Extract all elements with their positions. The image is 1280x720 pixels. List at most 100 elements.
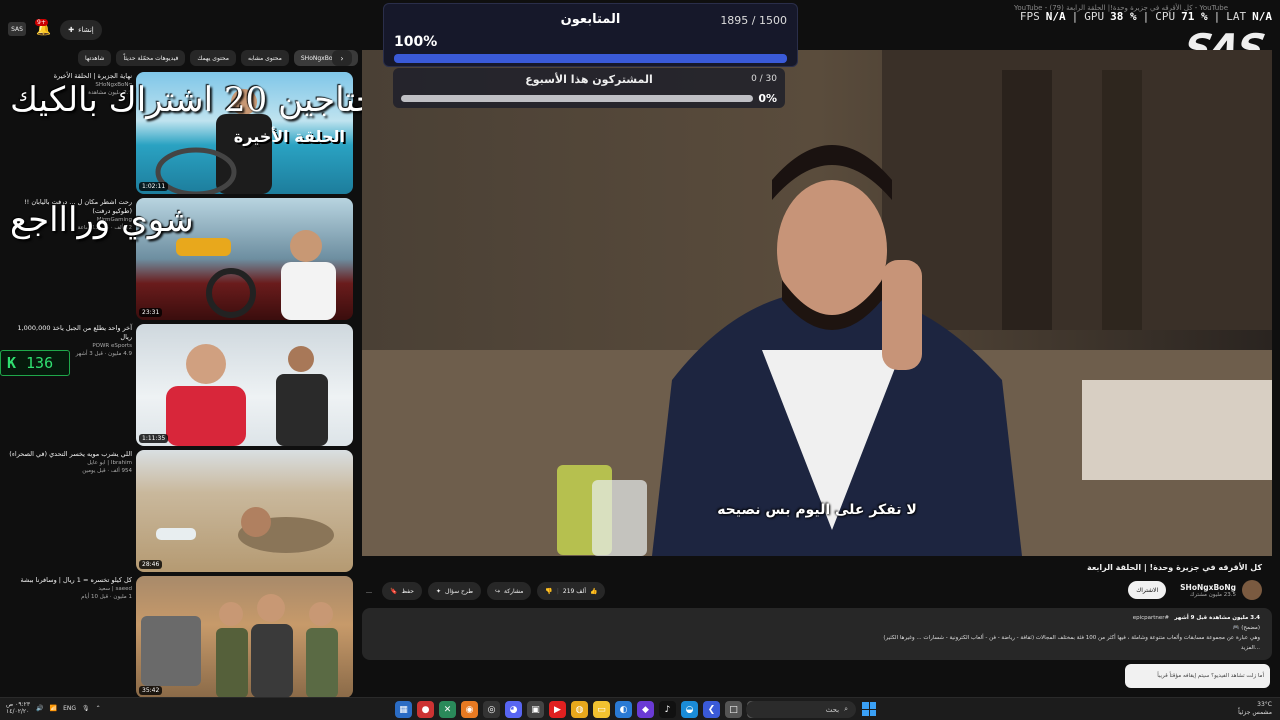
video-stats: 954 ألف · قبل يومين (82, 468, 132, 474)
like-count: 219 ألف (562, 587, 586, 595)
chip-watched[interactable]: شاهدتها (78, 50, 112, 66)
edge-icon[interactable]: ◐ (615, 701, 632, 718)
related-video[interactable]: 28:46 اللي يشرب مويه يخسر التحدي (في الص… (0, 450, 356, 572)
terminal-icon[interactable]: ▣ (527, 701, 544, 718)
bookmark-icon: 🔖 (390, 587, 398, 595)
fps-label: FPS (1019, 10, 1040, 23)
sparkle-icon: ✦ (435, 587, 441, 595)
weather-desc: مشمس جزئياً (1238, 709, 1272, 716)
app-icon-red[interactable]: ● (417, 701, 434, 718)
related-video[interactable]: 1:11:35 آخر واحد يطلع من الجبل ياخذ 1,00… (0, 324, 356, 446)
steam-icon[interactable]: ◎ (483, 701, 500, 718)
filter-chips: من SHoNgxBoNg محتوى مشابه محتوى يهمك فيد… (78, 50, 358, 66)
weather-widget[interactable]: 33°C مشمس جزئياً (1238, 701, 1272, 717)
share-button[interactable]: ↪ مشاركة (487, 582, 532, 600)
search-icon: ⌕ (844, 705, 848, 713)
account-avatar[interactable]: SAS (8, 22, 26, 36)
date: ١٤/٠٢/٢٠ (6, 708, 30, 715)
save-label: حفظ (401, 587, 414, 595)
chip-scroll-icon[interactable]: › (332, 50, 352, 66)
more-button[interactable]: … (362, 582, 376, 600)
channel-name[interactable]: Ibrahim | ابو عايل (4, 459, 132, 467)
start-button[interactable] (862, 702, 876, 716)
cpu-label: CPU (1155, 10, 1176, 23)
show-more-link[interactable]: ...المزيد (374, 643, 1260, 653)
video-title[interactable]: آخر واحد يطلع من الجبل ياخذ 1,000,000 ري… (4, 324, 132, 342)
more-icon: … (366, 587, 372, 595)
followers-percent: 100% (394, 34, 438, 50)
chrome-icon[interactable]: ◍ (571, 701, 588, 718)
description-line1: (مضمح) 🎮 (1232, 625, 1260, 631)
chip-similar[interactable]: محتوى مشابه (240, 50, 289, 66)
video-stats: 1 مليون · قبل 10 أيام (81, 594, 132, 600)
video-player[interactable]: لا تفكر على اليوم بس نصيحه (362, 50, 1272, 556)
followers-progress-bar (394, 54, 787, 63)
view-stats: 3.4 مليون مشاهدة قبل 9 أشهر (1174, 615, 1260, 621)
followers-progress-fill (394, 54, 787, 63)
video-title[interactable]: كل كيلو تخسره = 1 ريال | وسافرنا ببشة (4, 576, 132, 585)
ask-label: طرح سؤال (444, 587, 473, 595)
obs-icon[interactable]: ◉ (461, 701, 478, 718)
clock[interactable]: ٠٩:٢٣ ص ١٤/٠٢/٢٠ (6, 701, 30, 715)
still-watching-prompt[interactable]: أما زلت تشاهد الفيديو؟ سيتم إيقافه مؤقتا… (1125, 664, 1270, 688)
channel-avatar[interactable] (1242, 580, 1262, 600)
mic-icon[interactable]: 🎙 (82, 705, 90, 712)
store-icon[interactable]: ▦ (395, 701, 412, 718)
chip-recent[interactable]: فيديوهات محمّلة حديثاً (116, 50, 186, 66)
windows-taskbar: ٠٩:٢٣ ص ١٤/٠٢/٢٠ 🔊 📶 ENG 🎙 ⌃ ▦ ● ✕ ◉ ◎ ◕ … (0, 697, 1280, 720)
channel-name-main[interactable]: SHoNgxBoNg (1180, 583, 1236, 592)
related-video[interactable]: 35:42 كل كيلو تخسره = 1 ريال | وسافرنا ب… (0, 576, 356, 698)
channel-name[interactable]: saeed | سعيد (4, 585, 132, 593)
browser-icon[interactable]: ◒ (681, 701, 698, 718)
youtube-icon[interactable]: ▶ (549, 701, 566, 718)
channel-name[interactable]: POWR eSports (4, 342, 132, 350)
notification-count: 9+ (35, 19, 48, 26)
volume-icon[interactable]: 🔊 (36, 705, 43, 712)
ask-button[interactable]: ✦ طرح سؤال (427, 582, 481, 600)
video-thumbnail[interactable]: 1:11:35 (136, 324, 353, 446)
vscode-icon[interactable]: ❮ (703, 701, 720, 718)
discord-icon[interactable]: ◕ (505, 701, 522, 718)
kick-viewer-counter: K 136 (0, 350, 70, 376)
dislike-icon[interactable]: 👎 (545, 588, 552, 595)
action-bar: … 🔖 حفظ ✦ طرح سؤال ↪ مشاركة 👎 | 219 ألف 👍 (362, 582, 606, 600)
weekly-progress-bar (401, 95, 753, 102)
share-label: مشاركة (504, 587, 524, 595)
folder-icon[interactable]: ▭ (593, 701, 610, 718)
app-icon-purple[interactable]: ◆ (637, 701, 654, 718)
create-button[interactable]: ✚ إنشاء (60, 20, 102, 40)
video-thumbnail[interactable]: 35:42 (136, 576, 353, 698)
weekly-subs-widget: المشتركون هذا الأسبوع 0 / 30 0% (393, 68, 785, 108)
viewer-count: 136 (26, 354, 54, 372)
chip-for-you[interactable]: محتوى يهمك (190, 50, 236, 66)
followers-count: 1895 / 1500 (720, 14, 787, 27)
chevron-up-icon[interactable]: ⌃ (96, 705, 101, 712)
wifi-icon[interactable]: 📶 (50, 705, 57, 712)
time: ٠٩:٢٣ ص (6, 701, 31, 708)
language-indicator[interactable]: ENG (63, 705, 76, 712)
like-icon[interactable]: 👍 (590, 588, 597, 595)
video-thumbnail[interactable]: 28:46 (136, 450, 353, 572)
video-title[interactable]: اللي يشرب مويه يخسر التحدي (في الصحراء) (4, 450, 132, 459)
video-meta: اللي يشرب مويه يخسر التحدي (في الصحراء) … (4, 450, 132, 475)
kick-icon: K (7, 354, 17, 372)
tiktok-icon[interactable]: ♪ (659, 701, 676, 718)
xbox-icon[interactable]: ✕ (439, 701, 456, 718)
hashtag[interactable]: #epicpartner (1133, 615, 1169, 621)
fps-value: N/A (1045, 10, 1066, 23)
duration-badge: 28:46 (139, 560, 163, 569)
save-button[interactable]: 🔖 حفظ (382, 582, 422, 600)
window-icon[interactable]: □ (725, 701, 742, 718)
lat-label: LAT (1226, 10, 1247, 23)
subscribe-button[interactable]: الاشتراك (1128, 581, 1167, 599)
video-frame (362, 50, 1272, 556)
gpu-label: GPU (1084, 10, 1105, 23)
notifications-button[interactable]: 🔔 9+ (35, 19, 52, 38)
video-meta: كل كيلو تخسره = 1 ريال | وسافرنا ببشة sa… (4, 576, 132, 601)
performance-stats: FPS N/A | GPU 38 % | CPU 71 % | LAT N/A (1019, 10, 1272, 23)
channel-row: SHoNgxBoNg 23.5 مليون مشترك الاشتراك (1128, 580, 1262, 600)
description-line2: وهي عبارة عن مجموعة مسابقات وألعاب متنوع… (883, 635, 1260, 641)
thumbnail-art (166, 344, 328, 446)
taskbar-search[interactable]: بحث ⌕ (746, 701, 856, 718)
description-box[interactable]: 3.4 مليون مشاهدة قبل 9 أشهر #epicpartner… (362, 608, 1272, 660)
